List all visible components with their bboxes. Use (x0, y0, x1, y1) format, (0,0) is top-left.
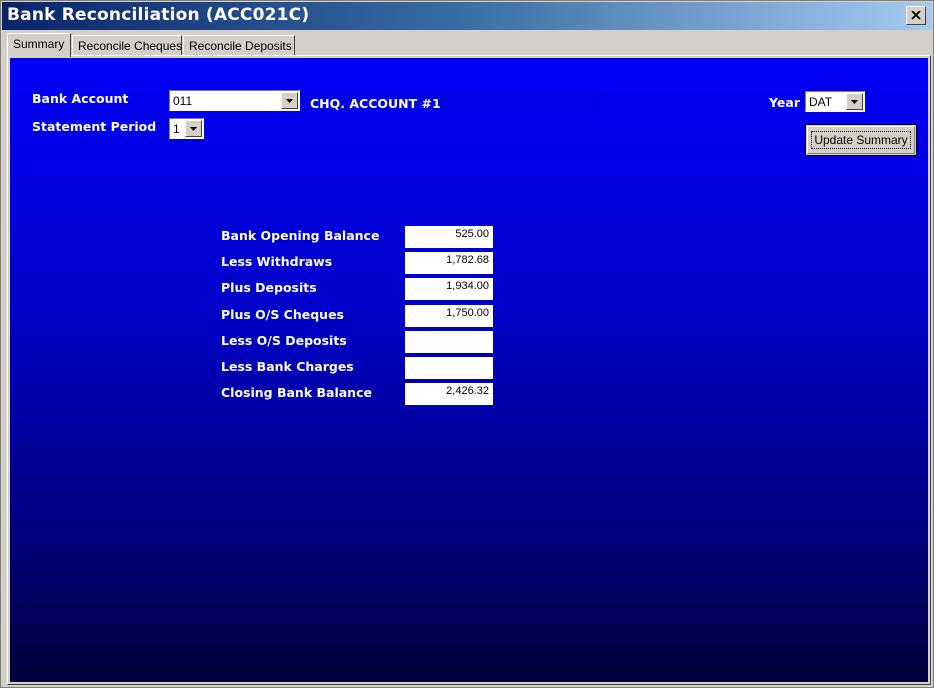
window-title: Bank Reconciliation (ACC021C) (7, 5, 310, 25)
bank-account-select[interactable]: 011 (169, 90, 300, 111)
tab-label: Reconcile Cheques (78, 39, 183, 53)
less-withdraws-field[interactable]: 1,782.68 (405, 252, 493, 274)
less-bank-charges-field[interactable] (405, 357, 493, 379)
bank-opening-balance-field[interactable]: 525.00 (405, 226, 493, 248)
close-icon (911, 11, 921, 20)
bank-opening-balance-label: Bank Opening Balance (221, 228, 380, 243)
plus-os-cheques-field[interactable]: 1,750.00 (405, 305, 493, 327)
less-withdraws-label: Less Withdraws (221, 254, 333, 269)
chevron-down-icon (851, 99, 858, 104)
bank-account-label: Bank Account (32, 91, 129, 106)
statement-period-dropdown-button[interactable] (185, 120, 202, 137)
statement-period-label: Statement Period (32, 119, 157, 134)
year-label: Year (769, 95, 800, 110)
plus-os-cheques-label: Plus O/S Cheques (221, 307, 344, 322)
less-bank-charges-label: Less Bank Charges (221, 359, 354, 374)
bank-account-dropdown-button[interactable] (281, 92, 298, 109)
bank-account-value: 011 (173, 94, 193, 108)
plus-deposits-field[interactable]: 1,934.00 (405, 278, 493, 300)
closing-bank-balance-label: Closing Bank Balance (221, 385, 372, 400)
update-summary-button[interactable]: Update Summary (805, 124, 917, 156)
year-dropdown-button[interactable] (846, 93, 863, 110)
tab-label: Reconcile Deposits (189, 39, 292, 53)
tab-reconcile-cheques[interactable]: Reconcile Cheques (72, 35, 182, 55)
statement-period-value: 1 (173, 122, 180, 136)
less-os-deposits-field[interactable] (405, 331, 493, 353)
summary-content: Bank Account 011 CHQ. ACCOUNT #1 Stateme… (10, 58, 928, 682)
less-os-deposits-label: Less O/S Deposits (221, 333, 347, 348)
year-select[interactable]: DAT (805, 91, 865, 112)
year-value: DAT (809, 95, 833, 109)
closing-bank-balance-field[interactable]: 2,426.32 (405, 383, 493, 405)
app-window: Bank Reconciliation (ACC021C) Summary Re… (0, 0, 934, 688)
plus-deposits-label: Plus Deposits (221, 280, 317, 295)
bank-account-name: CHQ. ACCOUNT #1 (310, 96, 441, 111)
tab-label: Summary (13, 37, 65, 51)
statement-period-select[interactable]: 1 (169, 118, 204, 139)
chevron-down-icon (286, 98, 293, 103)
tab-summary[interactable]: Summary (7, 33, 71, 57)
summary-panel: Bank Account 011 CHQ. ACCOUNT #1 Stateme… (7, 55, 931, 685)
close-button[interactable] (906, 6, 926, 25)
tab-reconcile-deposits[interactable]: Reconcile Deposits (183, 35, 295, 55)
update-summary-label: Update Summary (811, 131, 911, 149)
title-bar[interactable]: Bank Reconciliation (ACC021C) (2, 2, 932, 30)
chevron-down-icon (190, 126, 197, 131)
